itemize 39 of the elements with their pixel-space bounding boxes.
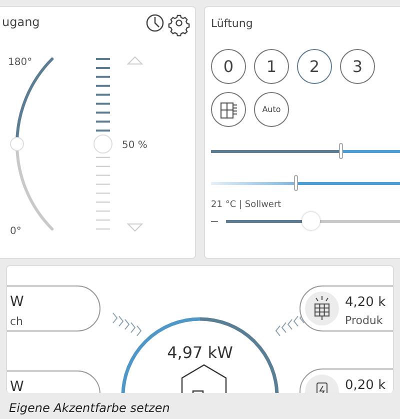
slider-thumb[interactable] [339, 143, 344, 159]
window-icon [218, 100, 238, 120]
consumer-pill[interactable] [7, 286, 100, 332]
caption: Eigene Akzentfarbe setzen [8, 400, 171, 415]
level-scale[interactable] [94, 58, 112, 230]
card-title: ugang [2, 15, 40, 29]
clock-icon[interactable] [146, 14, 164, 32]
battery-icon [316, 382, 328, 393]
consumer-pill[interactable] [7, 370, 100, 393]
power-value: W [10, 294, 24, 310]
setpoint-label: 21 °C | Sollwert [211, 200, 282, 210]
house-power: 4,97 kW [167, 343, 233, 362]
power-value: W [10, 379, 24, 393]
setpoint-slider[interactable] [226, 212, 400, 230]
fan-slider[interactable] [211, 175, 400, 191]
fan-level-button[interactable]: 1 [254, 49, 289, 84]
arc-thumb[interactable] [10, 137, 24, 151]
level-reading: 50 % [122, 140, 148, 151]
slider-thumb[interactable] [302, 212, 320, 230]
minus-icon[interactable] [211, 220, 218, 222]
power-value: 0,20 k [345, 378, 386, 393]
solar-panel-icon [314, 296, 330, 320]
settings-icon[interactable] [168, 14, 190, 36]
auto-mode-button[interactable]: Auto [254, 92, 289, 127]
angle-label: 0° [10, 226, 22, 237]
fan-level-button[interactable]: 2 [297, 49, 332, 84]
window-mode-button[interactable] [211, 92, 246, 127]
fan-level-button[interactable]: 0 [211, 49, 246, 84]
fan-slider[interactable] [211, 143, 400, 159]
slider-thumb[interactable] [294, 175, 298, 191]
house-icon [181, 364, 227, 393]
flow-chevrons [112, 312, 142, 336]
angle-label: 180° [8, 57, 32, 68]
power-value: 4,20 k [345, 295, 386, 310]
power-label: ch [10, 315, 24, 328]
card-title: Lüftung [211, 17, 254, 30]
fan-level-button[interactable]: 3 [340, 49, 375, 84]
level-thumb[interactable] [94, 134, 112, 154]
power-label: Produk [345, 314, 383, 327]
